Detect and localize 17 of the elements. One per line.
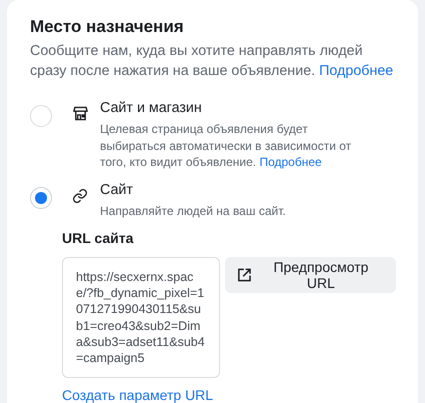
option-description: Целевая страница объявления будет выбираться автоматически в зависимости от того, кто видит объявление. Подробнее xyxy=(100,121,352,170)
url-field[interactable]: https://secxernx.space/?fb_dynamic_pixel=1071271990430115&sub1=creo43&sub2=Dima&sub3=adset11&sub4=campaign5 xyxy=(62,257,220,378)
radio-button[interactable] xyxy=(30,105,52,127)
learn-more-link[interactable]: Подробнее xyxy=(319,63,394,79)
section-description: Сообщите нам, куда вы хотите направлять людей сразу после нажатия на ваше объявление. Подробнее xyxy=(30,42,394,81)
learn-more-link[interactable]: Подробнее xyxy=(259,155,322,169)
option-title: Сайт xyxy=(100,180,134,198)
external-link-icon xyxy=(236,267,252,283)
url-label: URL сайта xyxy=(62,229,134,247)
option-title: Сайт и магазин xyxy=(100,99,203,117)
radio-button[interactable] xyxy=(30,186,52,208)
create-url-parameter-link[interactable]: Создать параметр URL xyxy=(62,387,214,403)
storefront-icon xyxy=(72,106,88,121)
preview-url-button[interactable]: Предпросмотр URL xyxy=(224,257,396,293)
option-description: Направляйте людей на ваш сайт. xyxy=(100,202,287,219)
section-title: Место назначения xyxy=(30,16,185,38)
link-icon xyxy=(72,188,88,204)
